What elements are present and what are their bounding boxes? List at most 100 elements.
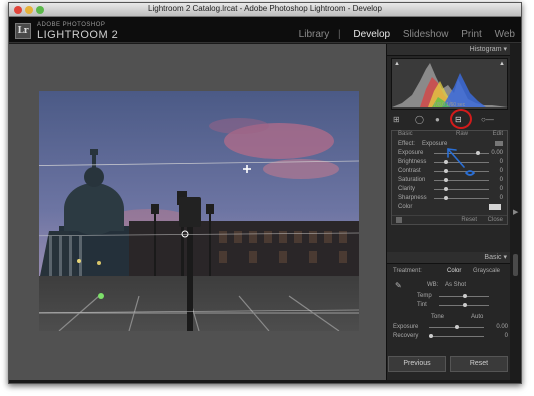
app-window: Lightroom 2 Catalog.lrcat - Adobe Photos…	[8, 2, 522, 384]
slider-label: Exposure	[398, 150, 424, 156]
slider-label: Contrast	[398, 168, 421, 174]
slider-row: Recovery 0	[387, 332, 512, 341]
highlight-annotation-circle	[450, 109, 472, 129]
photo-preview[interactable]	[39, 91, 359, 331]
histogram-header[interactable]: Histogram ▾	[387, 44, 512, 56]
mask-new-label[interactable]: Raw	[456, 131, 468, 137]
reset-filter-button[interactable]: Reset	[461, 217, 477, 223]
slider-knob[interactable]	[463, 294, 467, 298]
slider-row: Temp	[387, 292, 512, 301]
mask-mode-label[interactable]: Basic	[398, 131, 413, 137]
color-label: Color	[398, 204, 413, 210]
module-picker: Library | Develop Slideshow Print Web	[289, 29, 515, 40]
tool-strip: ⊞ ◯ ● ⊟ ○—	[389, 109, 510, 129]
bottom-buttons: Previous Reset	[386, 356, 512, 372]
shadow-clipping-icon[interactable]: ▲	[394, 61, 400, 67]
slider-row: Tint	[387, 301, 512, 310]
graduated-filter-panel: Basic Raw Edit Effect: Exposure Exposure…	[391, 130, 508, 225]
identity-plate: Lr ADOBE PHOTOSHOP LIGHTROOM 2 Library |…	[9, 17, 521, 43]
treatment-color-option[interactable]: Color	[447, 268, 461, 274]
slider-knob[interactable]	[463, 303, 467, 307]
slider-label: Clarity	[398, 186, 416, 192]
recovery-label: Recovery	[393, 333, 419, 339]
histogram-info: ƒ/8.0 1/60 sec	[433, 102, 466, 108]
module-web[interactable]: Web	[495, 29, 515, 40]
exposure-value[interactable]: 0.00	[496, 324, 508, 330]
module-library[interactable]: Library	[299, 29, 330, 40]
title-bar: Lightroom 2 Catalog.lrcat - Adobe Photos…	[9, 3, 521, 17]
adjustment-brush-icon[interactable]: ○—	[481, 115, 494, 124]
slider-value[interactable]: 0	[500, 168, 503, 174]
disclosure-triangle-icon: ▾	[503, 254, 507, 261]
module-separator: |	[338, 29, 341, 40]
previous-button[interactable]: Previous	[388, 356, 446, 372]
close-filter-button[interactable]: Close	[488, 217, 503, 223]
brand-title: LIGHTROOM 2	[37, 29, 119, 41]
slider-knob[interactable]	[444, 196, 448, 200]
treatment-label: Treatment:	[393, 268, 422, 274]
treatment-row: Treatment: Color Grayscale	[387, 264, 512, 278]
slider-track[interactable]	[434, 189, 489, 190]
slider-label: Saturation	[398, 177, 426, 183]
filter-panel-footer: Reset Close	[392, 215, 507, 224]
slider-value[interactable]: 0	[500, 195, 503, 201]
mask-edit-label[interactable]: Edit	[493, 131, 503, 137]
basic-panel-header[interactable]: Basic ▾	[387, 252, 512, 264]
scrollbar-thumb[interactable]	[513, 254, 518, 276]
slider-knob[interactable]	[455, 325, 459, 329]
panel-toggle-icon[interactable]	[396, 217, 402, 223]
reset-button[interactable]: Reset	[450, 356, 508, 372]
slider-track[interactable]	[434, 198, 489, 199]
red-eye-icon[interactable]: ●	[435, 115, 440, 124]
tone-label: Tone	[431, 314, 445, 320]
tone-row: Tone Auto	[387, 313, 512, 323]
slider-value[interactable]: 0.00	[491, 150, 503, 156]
exposure-label: Exposure	[393, 324, 419, 330]
module-print[interactable]: Print	[461, 29, 482, 40]
module-develop[interactable]: Develop	[353, 29, 390, 40]
effect-label: Effect:	[398, 141, 415, 147]
panel-scrollbar[interactable]: ▶	[510, 44, 521, 380]
annotation-arrow-icon	[447, 148, 476, 176]
effect-toggle-icon[interactable]	[495, 141, 503, 146]
module-slideshow[interactable]: Slideshow	[403, 29, 449, 40]
wb-select[interactable]: As Shot	[445, 282, 466, 288]
slider-value[interactable]: 0	[500, 159, 503, 165]
right-panel: Histogram ▾ ƒ/8.0 1/60 sec ▲ ▲ ⊞ ◯ ● ⊟ ○…	[386, 44, 512, 380]
crop-tool-icon[interactable]: ⊞	[393, 115, 400, 124]
slider-knob[interactable]	[444, 187, 448, 191]
slider-value[interactable]: 0	[500, 186, 503, 192]
collapse-panel-icon[interactable]: ▶	[513, 208, 518, 216]
slider-row: Exposure 0.00	[387, 323, 512, 332]
image-canvas[interactable]	[9, 44, 386, 380]
wb-label: WB:	[427, 282, 439, 288]
highlight-clipping-icon[interactable]: ▲	[499, 61, 505, 67]
histogram[interactable]: ƒ/8.0 1/60 sec ▲ ▲	[391, 58, 508, 110]
recovery-slider[interactable]	[429, 336, 484, 337]
slider-row: Sharpness 0	[392, 194, 507, 203]
temp-label: Temp	[417, 293, 432, 299]
slider-label: Sharpness	[398, 195, 427, 201]
tint-label: Tint	[417, 302, 427, 308]
tone-auto-button[interactable]: Auto	[471, 314, 483, 320]
spot-removal-icon[interactable]: ◯	[415, 115, 424, 124]
recovery-value[interactable]: 0	[505, 333, 508, 339]
basic-panel: Basic ▾ Treatment: Color Grayscale ✎ WB:…	[387, 252, 512, 341]
disclosure-triangle-icon: ▾	[503, 46, 507, 53]
slider-knob[interactable]	[429, 334, 433, 338]
basic-panel-label: Basic	[484, 254, 502, 261]
slider-track[interactable]	[434, 180, 489, 181]
slider-row: Clarity 0	[392, 185, 507, 194]
eyedropper-icon[interactable]: ✎	[395, 281, 402, 290]
filter-panel-header: Basic Raw Edit	[392, 131, 507, 140]
treatment-grayscale-option[interactable]: Grayscale	[473, 268, 500, 274]
brand-subtitle: ADOBE PHOTOSHOP	[37, 22, 106, 28]
lightroom-logo-icon: Lr	[15, 23, 31, 39]
window-title: Lightroom 2 Catalog.lrcat - Adobe Photos…	[148, 4, 382, 13]
slider-label: Brightness	[398, 159, 427, 165]
wb-row: ✎ WB: As Shot	[387, 278, 512, 292]
slider-value[interactable]: 0	[500, 177, 503, 183]
color-swatch[interactable]	[489, 204, 501, 210]
histogram-label: Histogram	[469, 46, 502, 53]
color-row: Color	[392, 203, 507, 212]
